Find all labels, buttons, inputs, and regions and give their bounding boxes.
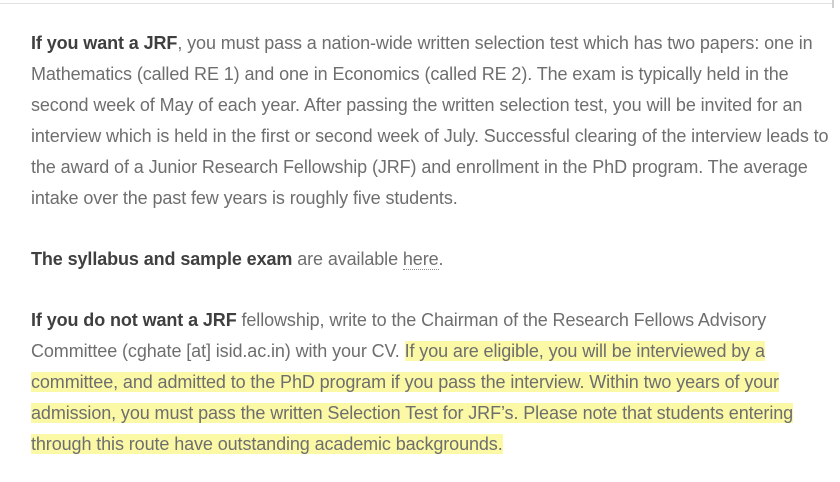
- no-jrf-paragraph: If you do not want a JRF fellowship, wri…: [31, 305, 836, 460]
- syllabus-here-link[interactable]: here: [402, 249, 439, 270]
- top-divider: [0, 0, 832, 4]
- article-content: If you want a JRF, you must pass a natio…: [31, 28, 836, 460]
- syllabus-body: are available: [292, 249, 403, 269]
- syllabus-tail: .: [438, 249, 444, 269]
- jrf-body: , you must pass a nation-wide written se…: [31, 33, 829, 208]
- jrf-lead: If you want a JRF: [31, 33, 178, 53]
- scroll-edge-mark: [832, 0, 834, 8]
- jrf-paragraph: If you want a JRF, you must pass a natio…: [31, 28, 836, 214]
- syllabus-lead: The syllabus and sample exam: [31, 249, 293, 269]
- no-jrf-lead: If you do not want a JRF: [31, 310, 237, 330]
- syllabus-paragraph: The syllabus and sample exam are availab…: [31, 244, 836, 275]
